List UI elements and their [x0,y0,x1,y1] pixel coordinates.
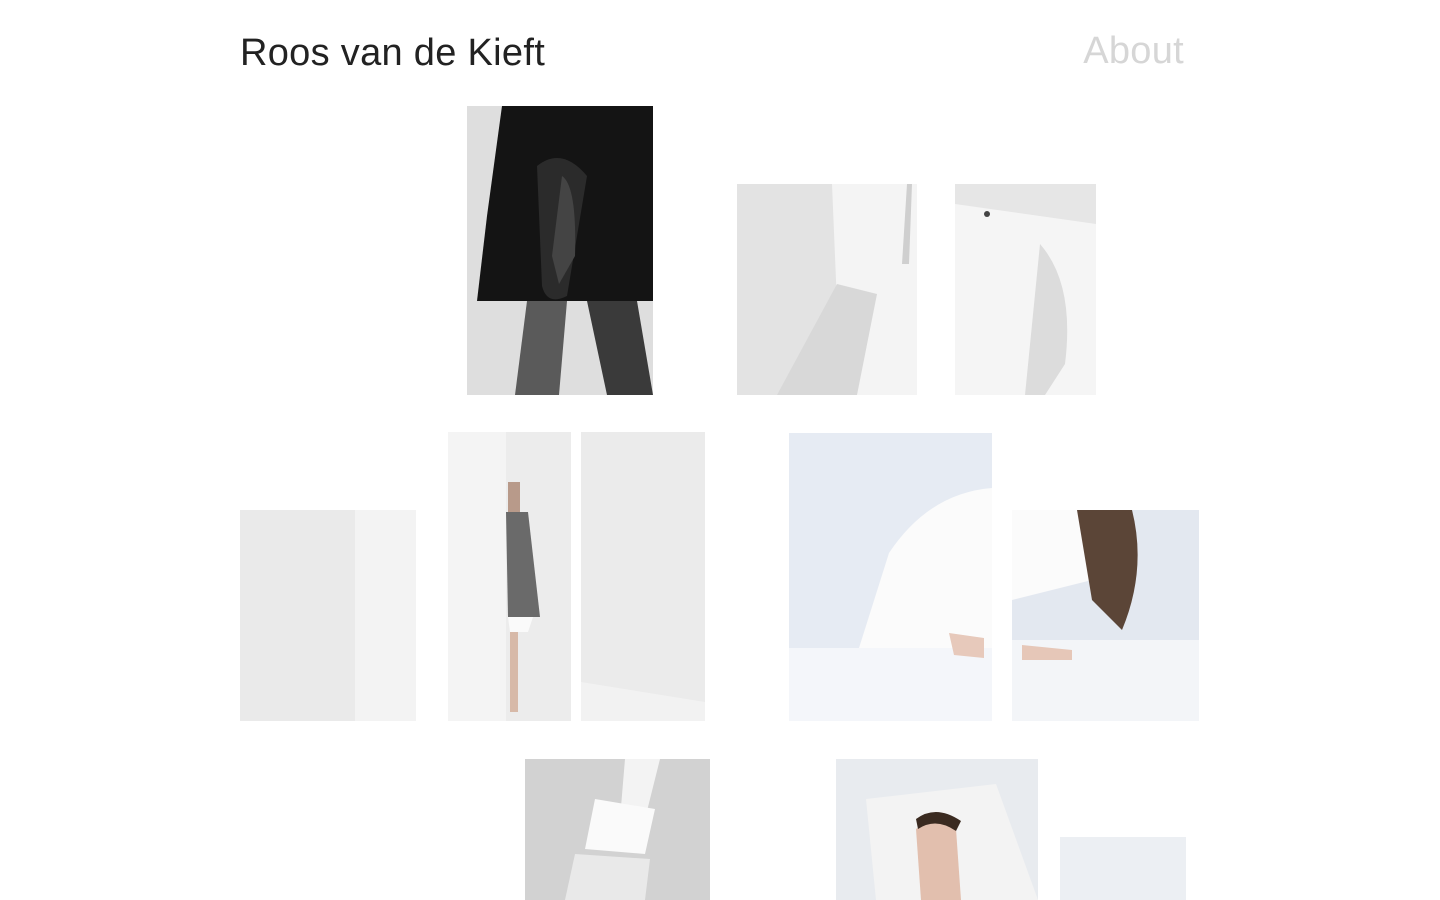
gallery-photo-grey-coat[interactable] [448,432,571,721]
photo-image [1060,837,1186,900]
gallery-photo-book-portrait[interactable] [836,759,1038,900]
gallery-photo-light-panel[interactable] [1060,837,1186,900]
nav-about-link[interactable]: About [1083,28,1184,74]
gallery-photo-shirt-button[interactable] [955,184,1096,395]
portfolio-page: Roos van de Kieft About [0,0,1440,900]
gallery-photo-wall-panel[interactable] [581,432,705,721]
photo-image [836,759,1038,900]
photo-image [467,106,653,395]
photo-image [737,184,917,395]
site-title[interactable]: Roos van de Kieft [240,30,545,76]
photo-image [448,432,571,721]
gallery-photo-floor-pose[interactable] [525,759,710,900]
gallery-photo-empty-wall[interactable] [240,510,416,721]
gallery-photo-long-hair[interactable] [1012,510,1199,721]
photo-image [1012,510,1199,721]
gallery-photo-skirt[interactable] [467,106,653,395]
photo-image [581,432,705,721]
gallery-photo-sleeve[interactable] [737,184,917,395]
photo-image [789,433,992,721]
photo-image [525,759,710,900]
photo-image [240,510,416,721]
photo-image [955,184,1096,395]
gallery-photo-leaning-shirt[interactable] [789,433,992,721]
